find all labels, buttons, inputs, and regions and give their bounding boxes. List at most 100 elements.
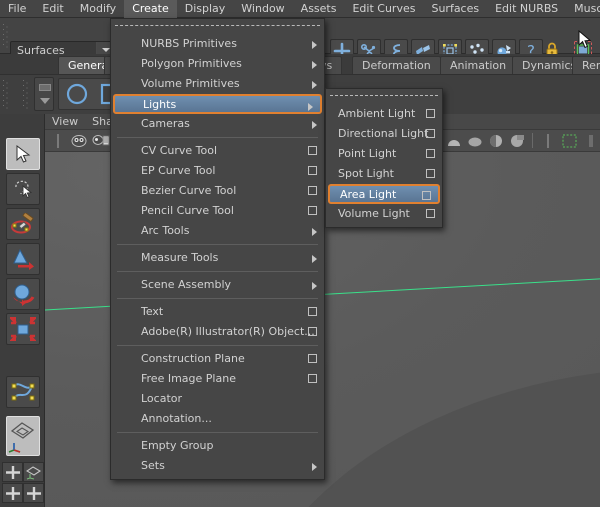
option-box-icon[interactable] [426,209,435,218]
rotate-tool-icon[interactable] [6,278,40,310]
menu-item-label: Volume Primitives [141,77,240,90]
menu-item-area-light[interactable]: Area Light [328,184,440,204]
last-tool-used-icon[interactable] [6,376,40,408]
menubar-item-muscle[interactable]: Muscle [566,0,600,18]
submenu-arrow-icon [312,228,317,236]
shelf-overflow-button[interactable] [34,77,54,111]
select-camera-icon[interactable] [70,131,89,150]
menu-item-locator[interactable]: Locator [111,389,324,409]
option-box-icon[interactable] [308,307,317,316]
submenu-arrow-icon [312,282,317,290]
menubar-item-file[interactable]: File [0,0,34,18]
option-box-icon[interactable] [308,186,317,195]
shelf-tab-ren[interactable]: Ren [572,56,600,74]
menu-item-construction-plane[interactable]: Construction Plane [111,349,324,369]
menubar-item-surfaces[interactable]: Surfaces [423,0,487,18]
select-tool-icon[interactable] [6,138,40,170]
submenu-arrow-icon [312,61,317,69]
menubar-item-window[interactable]: Window [233,0,292,18]
menu-item-cv-curve-tool[interactable]: CV Curve Tool [111,141,324,161]
menu-item-scene-assembly[interactable]: Scene Assembly [111,275,324,295]
xray-icon[interactable] [507,131,526,150]
nurbs-circle-icon[interactable] [64,81,90,107]
menubar-item-edit-curves[interactable]: Edit Curves [344,0,423,18]
shelf-tab-animation[interactable]: Animation [440,56,517,74]
option-box-icon[interactable] [308,327,317,336]
high-quality-render-icon[interactable] [581,131,600,150]
shelf-grip[interactable] [2,79,9,109]
shelf-tab-deformation[interactable]: Deformation [352,56,441,74]
menu-item-label: Free Image Plane [141,372,236,385]
scale-tool-icon[interactable] [6,313,40,345]
move-tool-icon[interactable] [6,243,40,275]
menu-item-label: Volume Light [338,207,410,220]
menubar-item-display[interactable]: Display [177,0,234,18]
menu-item-point-light[interactable]: Point Light [326,144,442,164]
statusbar-grip[interactable] [2,23,9,49]
viewport-menu-view[interactable]: View [45,114,85,130]
submenu-arrow-icon [312,121,317,129]
panel-grip[interactable] [49,131,68,150]
single-perspective-view-icon[interactable] [6,416,40,456]
option-box-icon[interactable] [426,129,435,138]
menu-item-pencil-curve-tool[interactable]: Pencil Curve Tool [111,201,324,221]
menu-item-cameras[interactable]: Cameras [111,114,324,134]
menu-item-label: Scene Assembly [141,278,232,291]
menubar-item-edit-nurbs[interactable]: Edit NURBS [487,0,566,18]
option-box-icon[interactable] [426,109,435,118]
main-menubar: File Edit Modify Create Display Window Assets E… [0,0,600,18]
shelf-grip-2[interactable] [22,79,29,109]
menu-item-free-image-plane[interactable]: Free Image Plane [111,369,324,389]
mouse-cursor [578,29,592,53]
shadows-icon[interactable] [486,131,505,150]
menu-item-nurbs-primitives[interactable]: NURBS Primitives [111,34,324,54]
menu-item-sets[interactable]: Sets [111,456,324,476]
menubar-item-modify[interactable]: Modify [72,0,124,18]
option-box-icon[interactable] [308,146,317,155]
menu-item-bezier-curve-tool[interactable]: Bezier Curve Tool [111,181,324,201]
menu-item-volume-primitives[interactable]: Volume Primitives [111,74,324,94]
menu-item-label: Adobe(R) Illustrator(R) Object... [141,325,315,338]
option-box-icon[interactable] [426,169,435,178]
menu-item-text[interactable]: Text [111,302,324,322]
option-box-icon[interactable] [308,166,317,175]
menubar-item-edit[interactable]: Edit [34,0,71,18]
four-view-layout-icon[interactable] [2,462,23,482]
menu-item-label: Sets [141,459,165,472]
option-box-icon[interactable] [426,149,435,158]
isolate-select-icon[interactable] [560,131,579,150]
menu-item-volume-light[interactable]: Volume Light [326,204,442,224]
menu-item-label: Arc Tools [141,224,190,237]
menu-item-spot-light[interactable]: Spot Light [326,164,442,184]
two-pane-layout-icon[interactable] [2,483,23,503]
shaded-textured-icon[interactable] [444,131,463,150]
xray-joints-icon[interactable] [539,131,558,150]
option-box-icon[interactable] [308,354,317,363]
menu-item-ep-curve-tool[interactable]: EP Curve Tool [111,161,324,181]
camera-attributes-icon[interactable] [91,131,110,150]
menubar-item-assets[interactable]: Assets [293,0,345,18]
two-stacked-layout-icon[interactable] [23,483,44,503]
menu-item-label: Area Light [340,188,397,201]
persp-outliner-layout-icon[interactable] [23,462,44,482]
submenu-arrow-icon [312,463,317,471]
menubar-item-create[interactable]: Create [124,0,177,18]
menu-item-lights[interactable]: Lights [113,94,322,114]
menu-item-empty-group[interactable]: Empty Group [111,436,324,456]
menu-separator [117,244,318,245]
menu-separator [117,137,318,138]
submenu-arrow-icon [312,81,317,89]
menu-item-arc-tools[interactable]: Arc Tools [111,221,324,241]
menu-item-directional-light[interactable]: Directional Light [326,124,442,144]
option-box-icon[interactable] [422,191,431,200]
menu-item-adobe-r-illustrator-r-object[interactable]: Adobe(R) Illustrator(R) Object... [111,322,324,342]
use-all-lights-icon[interactable] [465,131,484,150]
menu-item-polygon-primitives[interactable]: Polygon Primitives [111,54,324,74]
option-box-icon[interactable] [308,374,317,383]
menu-item-ambient-light[interactable]: Ambient Light [326,104,442,124]
option-box-icon[interactable] [308,206,317,215]
paint-select-tool-icon[interactable] [6,208,40,240]
lasso-select-tool-icon[interactable] [6,173,40,205]
menu-item-annotation[interactable]: Annotation... [111,409,324,429]
menu-item-measure-tools[interactable]: Measure Tools [111,248,324,268]
